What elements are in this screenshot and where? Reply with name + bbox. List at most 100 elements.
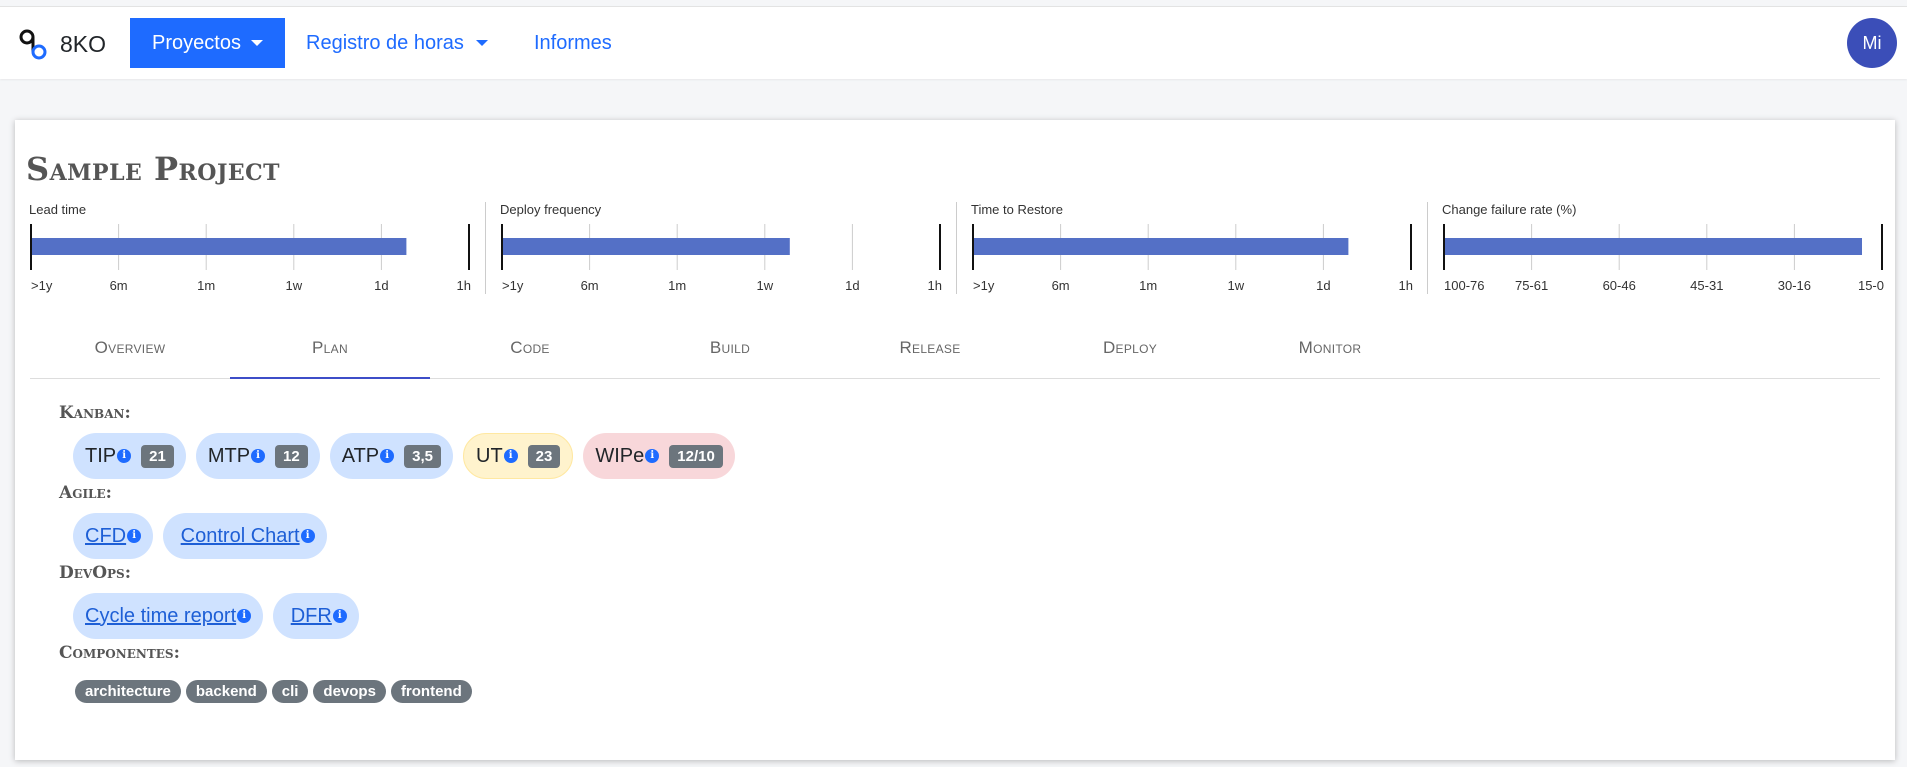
nav-registro-label: Registro de horas xyxy=(306,31,464,54)
divider xyxy=(956,202,957,294)
kanban-atp[interactable]: ATP i 3,5 xyxy=(329,433,453,479)
section-title-devops: DevOps: xyxy=(59,563,131,583)
tick-label: 1w xyxy=(756,278,773,293)
metric-change-failure-rate: Change failure rate (%) 100-76 75-61 60-46… xyxy=(1442,202,1902,312)
tick-label: 1m xyxy=(668,278,686,293)
tab-plan[interactable]: Plan xyxy=(230,318,430,379)
tick-label: 30-16 xyxy=(1778,278,1811,293)
metric-bar xyxy=(502,238,790,255)
info-icon[interactable]: i xyxy=(300,529,315,543)
brand-logo-icon xyxy=(19,29,47,60)
tick-label: 75-61 xyxy=(1515,278,1548,293)
tick-label: 60-46 xyxy=(1603,278,1636,293)
agile-pills: CFD i Control Chart i xyxy=(73,513,327,559)
tab-monitor[interactable]: Monitor xyxy=(1230,318,1430,378)
metric-change-failure-rate-gauge: 100-76 75-61 60-46 45-31 30-16 15-0 xyxy=(1443,224,1884,293)
metric-lead-time: Lead time >1y 6m 1m 1w 1d 1h xyxy=(29,202,489,312)
info-icon[interactable]: i xyxy=(237,609,252,623)
tab-build[interactable]: Build xyxy=(630,318,830,378)
metric-deploy-frequency-gauge: >1y 6m 1m 1w 1d 1h xyxy=(501,224,942,293)
tab-overview[interactable]: Overview xyxy=(30,318,230,378)
metric-label: Time to Restore xyxy=(971,202,1063,217)
metric-deploy-frequency: Deploy frequency >1y 6m 1m 1w 1d 1h xyxy=(500,202,960,312)
kanban-mtp[interactable]: MTP i 12 xyxy=(195,433,320,479)
metric-time-to-restore: Time to Restore >1y 6m 1m 1w 1d 1h xyxy=(971,202,1431,312)
nav-informes-label: Informes xyxy=(534,31,612,54)
tab-release[interactable]: Release xyxy=(830,318,1030,378)
tick-label: 15-0 xyxy=(1858,278,1884,293)
section-title-kanban: Kanban: xyxy=(59,403,131,423)
metric-label: Change failure rate (%) xyxy=(1442,202,1577,217)
info-icon[interactable]: i xyxy=(645,449,660,463)
project-title: Sample Project xyxy=(26,150,281,188)
count-badge: 3,5 xyxy=(404,444,441,468)
tick-label: 1m xyxy=(1139,278,1157,293)
info-icon[interactable]: i xyxy=(332,609,347,623)
pill-label: MTP xyxy=(207,444,251,467)
nav-registro-de-horas[interactable]: Registro de horas xyxy=(306,18,488,68)
top-navbar: 8KO Proyectos Registro de horas Informes… xyxy=(0,6,1907,79)
info-icon[interactable]: i xyxy=(251,449,266,463)
tab-code[interactable]: Code xyxy=(430,318,630,378)
tab-bar: Overview Plan Code Build Release Deploy … xyxy=(30,318,1880,379)
cycle-time-report-link[interactable]: Cycle time report xyxy=(85,605,236,628)
info-icon[interactable]: i xyxy=(127,529,142,543)
tick-label: 1h xyxy=(457,278,471,293)
tick-label: 45-31 xyxy=(1690,278,1723,293)
count-badge: 21 xyxy=(141,444,174,468)
nav-informes[interactable]: Informes xyxy=(534,18,612,68)
tick-label: 1h xyxy=(1399,278,1413,293)
tick-label: 1h xyxy=(928,278,942,293)
component-tags: architecture backend cli devops frontend xyxy=(75,680,472,703)
agile-cfd[interactable]: CFD i xyxy=(73,513,154,559)
metric-lead-time-gauge: >1y 6m 1m 1w 1d 1h xyxy=(30,224,471,293)
tick-label: 1m xyxy=(197,278,215,293)
tick-label: 1d xyxy=(1316,278,1330,293)
devops-cycle-time-report[interactable]: Cycle time report i xyxy=(73,593,264,639)
metric-bar xyxy=(1444,238,1862,255)
nav-proyectos[interactable]: Proyectos xyxy=(130,18,285,68)
tag-backend[interactable]: backend xyxy=(185,680,267,703)
tag-frontend[interactable]: frontend xyxy=(390,680,472,703)
brand-name: 8KO xyxy=(60,30,107,57)
count-badge: 12/10 xyxy=(669,444,723,468)
divider xyxy=(485,202,486,294)
tick-label: 6m xyxy=(110,278,128,293)
user-avatar[interactable]: Mi xyxy=(1847,18,1897,68)
dfr-link[interactable]: DFR xyxy=(291,605,332,628)
metric-label: Lead time xyxy=(29,202,87,217)
tag-cli[interactable]: cli xyxy=(271,680,309,703)
brand[interactable]: 8KO xyxy=(18,27,106,61)
count-badge: 23 xyxy=(527,444,561,468)
pill-label: UT xyxy=(476,444,503,467)
kanban-pills: TIP i 21 MTP i 12 ATP i 3,5 UT i 23 WIPe i 12… xyxy=(73,433,735,479)
tick-label: 6m xyxy=(1052,278,1070,293)
tab-deploy[interactable]: Deploy xyxy=(1030,318,1230,378)
pill-label: WIPe xyxy=(595,444,645,467)
info-icon[interactable]: i xyxy=(117,449,132,463)
pill-label: TIP xyxy=(85,444,117,467)
agile-control-chart[interactable]: Control Chart i xyxy=(163,513,327,559)
cfd-link[interactable]: CFD xyxy=(85,525,126,548)
control-chart-link[interactable]: Control Chart xyxy=(181,525,300,548)
metric-label: Deploy frequency xyxy=(500,202,602,217)
tick-label: >1y xyxy=(31,278,53,293)
pill-label: ATP xyxy=(341,444,380,467)
section-title-agile: Agile: xyxy=(59,483,112,503)
info-icon[interactable]: i xyxy=(380,449,395,463)
metric-bar xyxy=(973,238,1349,255)
nav-proyectos-label: Proyectos xyxy=(152,31,241,54)
kanban-wipe[interactable]: WIPe i 12/10 xyxy=(583,433,735,479)
tag-devops[interactable]: devops xyxy=(313,680,386,703)
kanban-ut[interactable]: UT i 23 xyxy=(463,433,574,479)
tick-label: 100-76 xyxy=(1444,278,1484,293)
info-icon[interactable]: i xyxy=(503,449,518,463)
metric-time-to-restore-gauge: >1y 6m 1m 1w 1d 1h xyxy=(972,224,1413,293)
tag-architecture[interactable]: architecture xyxy=(75,680,181,703)
tick-label: 6m xyxy=(581,278,599,293)
devops-dfr[interactable]: DFR i xyxy=(273,593,359,639)
metric-bar xyxy=(31,238,407,255)
kanban-tip[interactable]: TIP i 21 xyxy=(73,433,186,479)
project-card: Sample Project Lead time >1y 6m 1m 1w 1d 1h D… xyxy=(15,120,1895,760)
chevron-down-icon xyxy=(475,40,488,46)
